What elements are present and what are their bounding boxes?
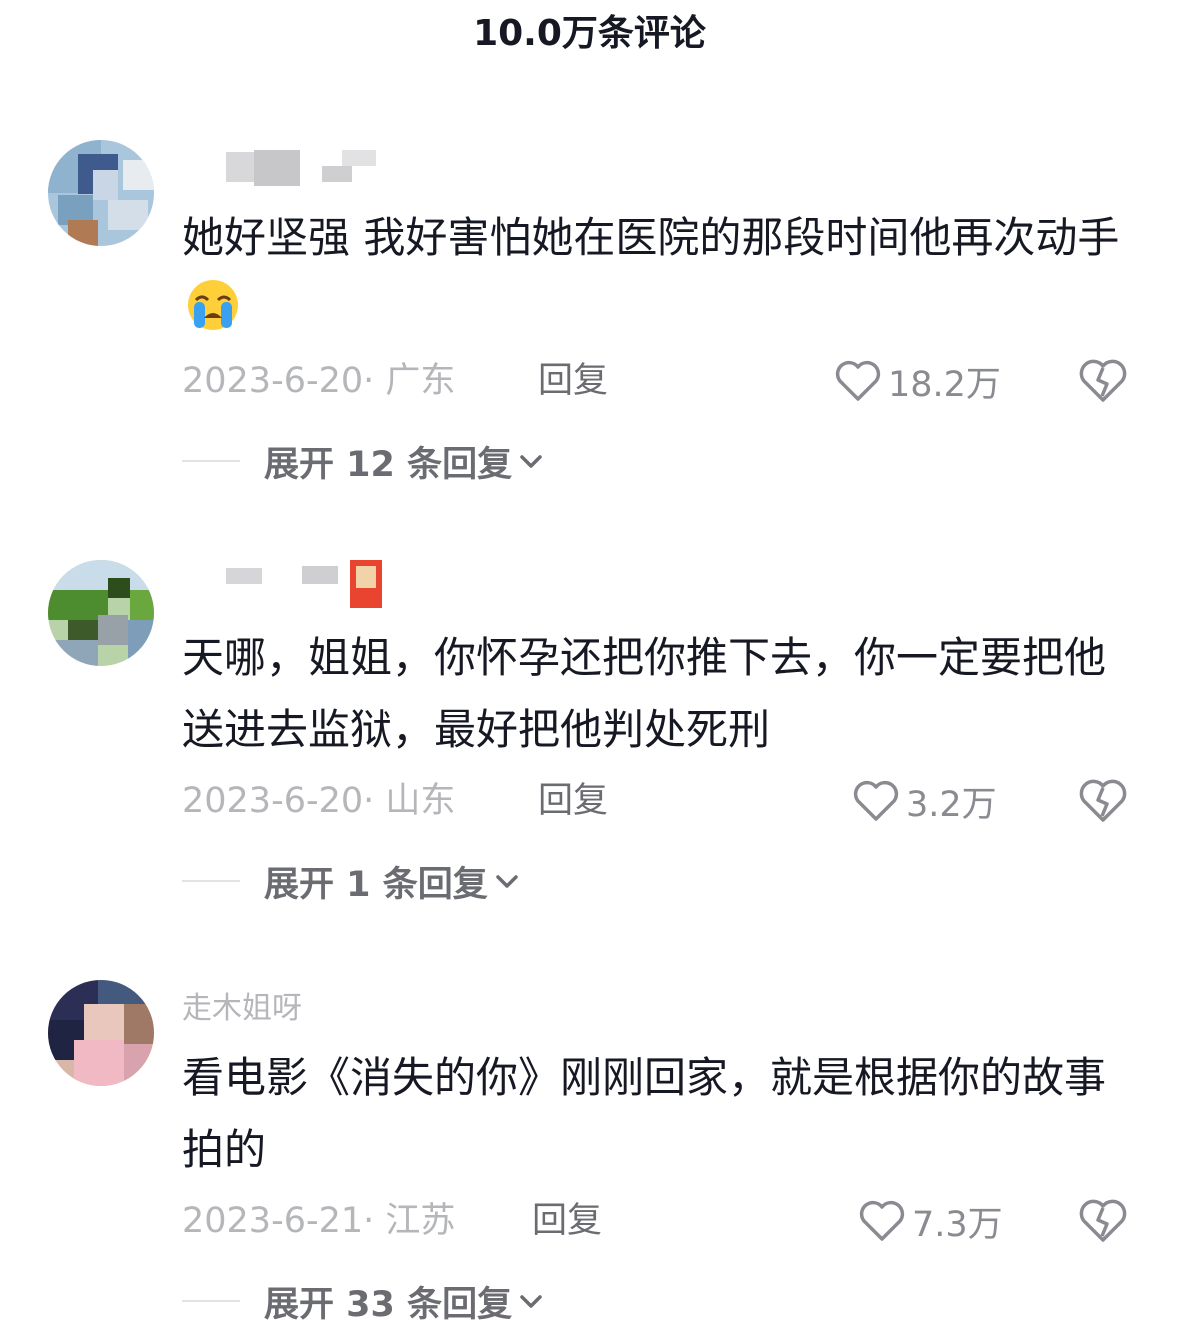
chevron-down-icon — [495, 875, 518, 888]
like-count: 7.3万 — [912, 1204, 1003, 1245]
like-button[interactable]: 7.3万 — [858, 1196, 1003, 1246]
comment-date-location: 2023-6-20· 山东 — [182, 781, 456, 821]
expand-replies-label: 展开 12 条回复 — [264, 444, 513, 485]
divider-line — [182, 460, 240, 462]
divider-line — [182, 1300, 240, 1302]
like-button[interactable]: 3.2万 — [852, 776, 997, 826]
reply-button[interactable]: 回复 — [538, 356, 608, 406]
chevron-down-icon — [520, 1295, 542, 1308]
like-button[interactable]: 18.2万 — [834, 356, 1001, 406]
broken-heart-icon — [1079, 1199, 1127, 1242]
comments-count-title: 10.0万条评论 — [473, 13, 706, 54]
comment-meta: 2023-6-21· 江苏 回复 — [182, 1196, 602, 1246]
expand-replies-button[interactable]: 展开 12 条回复 — [182, 436, 544, 486]
comment-date-location: 2023-6-21· 江苏 — [182, 1201, 456, 1241]
broken-heart-icon — [1079, 359, 1127, 402]
username[interactable]: 走木姐呀 — [182, 986, 302, 1032]
heart-outline-icon — [853, 780, 899, 821]
dislike-button[interactable] — [1078, 1198, 1128, 1244]
broken-heart-icon — [1079, 779, 1127, 822]
dislike-button[interactable] — [1078, 358, 1128, 404]
avatar[interactable] — [48, 140, 154, 246]
expand-replies-label: 展开 33 条回复 — [264, 1284, 513, 1325]
like-count: 18.2万 — [888, 364, 1001, 405]
like-count: 3.2万 — [906, 784, 997, 825]
avatar[interactable] — [48, 560, 154, 666]
reply-button[interactable]: 回复 — [538, 776, 608, 826]
comment-meta: 2023-6-20· 广东 回复 — [182, 356, 608, 406]
comment-text: 她好坚强 我好害怕她在医院的那段时间他再次动手 — [182, 202, 1122, 346]
comment-text: 看电影《消失的你》刚刚回家，就是根据你的故事拍的 — [182, 1053, 1107, 1174]
divider-line — [182, 880, 240, 882]
comment-date-location: 2023-6-20· 广东 — [182, 361, 456, 401]
chevron-down-icon — [520, 455, 542, 468]
username-blurred[interactable] — [182, 560, 402, 610]
dislike-button[interactable] — [1078, 778, 1128, 824]
comment-meta: 2023-6-20· 山东 回复 — [182, 776, 608, 826]
expand-replies-button[interactable]: 展开 33 条回复 — [182, 1276, 544, 1326]
comment-text: 天哪，姐姐，你怀孕还把你推下去，你一定要把他送进去监狱，最好把他判处死刑 — [182, 633, 1107, 754]
avatar[interactable] — [48, 980, 154, 1086]
heart-outline-icon — [859, 1200, 905, 1241]
username-blurred[interactable] — [182, 140, 402, 190]
loudly-crying-face-icon — [186, 278, 240, 332]
heart-outline-icon — [835, 360, 881, 401]
expand-replies-button[interactable]: 展开 1 条回复 — [182, 856, 520, 906]
expand-replies-label: 展开 1 条回复 — [264, 864, 488, 905]
reply-button[interactable]: 回复 — [532, 1196, 602, 1246]
